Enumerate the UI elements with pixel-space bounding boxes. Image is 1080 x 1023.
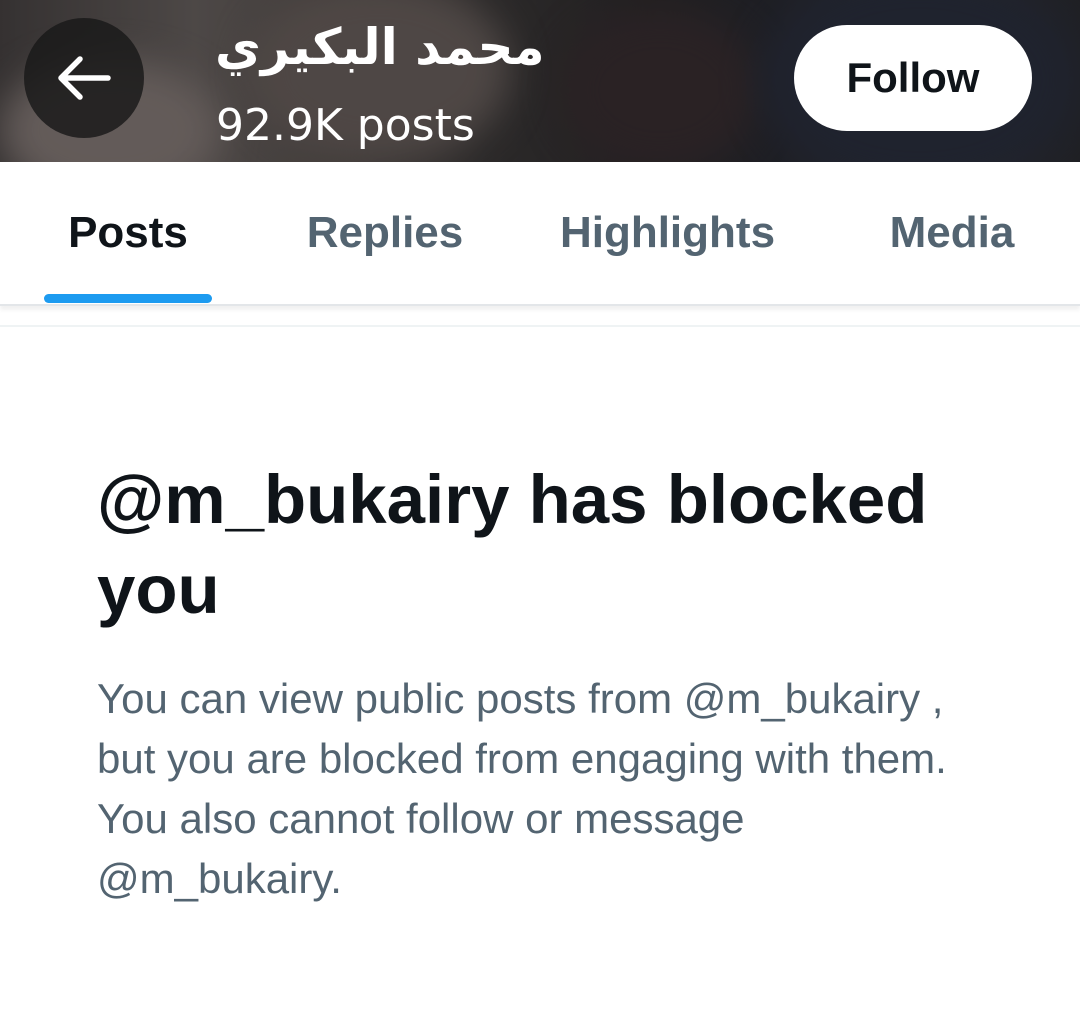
blocked-message: You can view public posts from @m_bukair…	[97, 675, 947, 902]
active-tab-indicator	[44, 294, 212, 303]
blocked-notice: @m_bukairy has blocked you You can view …	[97, 455, 997, 909]
tab-media[interactable]: Media	[868, 162, 1036, 304]
arrow-left-icon	[58, 56, 111, 100]
follow-button[interactable]: Follow	[794, 25, 1032, 131]
back-button[interactable]	[24, 18, 144, 138]
profile-name: محمد البكيري	[215, 18, 545, 76]
profile-tabs: Posts Replies Highlights Media	[0, 162, 1080, 306]
tab-highlights[interactable]: Highlights	[540, 162, 795, 304]
profile-header: محمد البكيري 92.9K posts Follow	[0, 0, 1080, 162]
tab-posts[interactable]: Posts	[44, 162, 212, 304]
posts-count: 92.9K posts	[216, 100, 475, 151]
blocked-title: @m_bukairy has blocked you	[97, 461, 928, 628]
tab-replies[interactable]: Replies	[290, 162, 480, 304]
divider	[0, 325, 1080, 327]
